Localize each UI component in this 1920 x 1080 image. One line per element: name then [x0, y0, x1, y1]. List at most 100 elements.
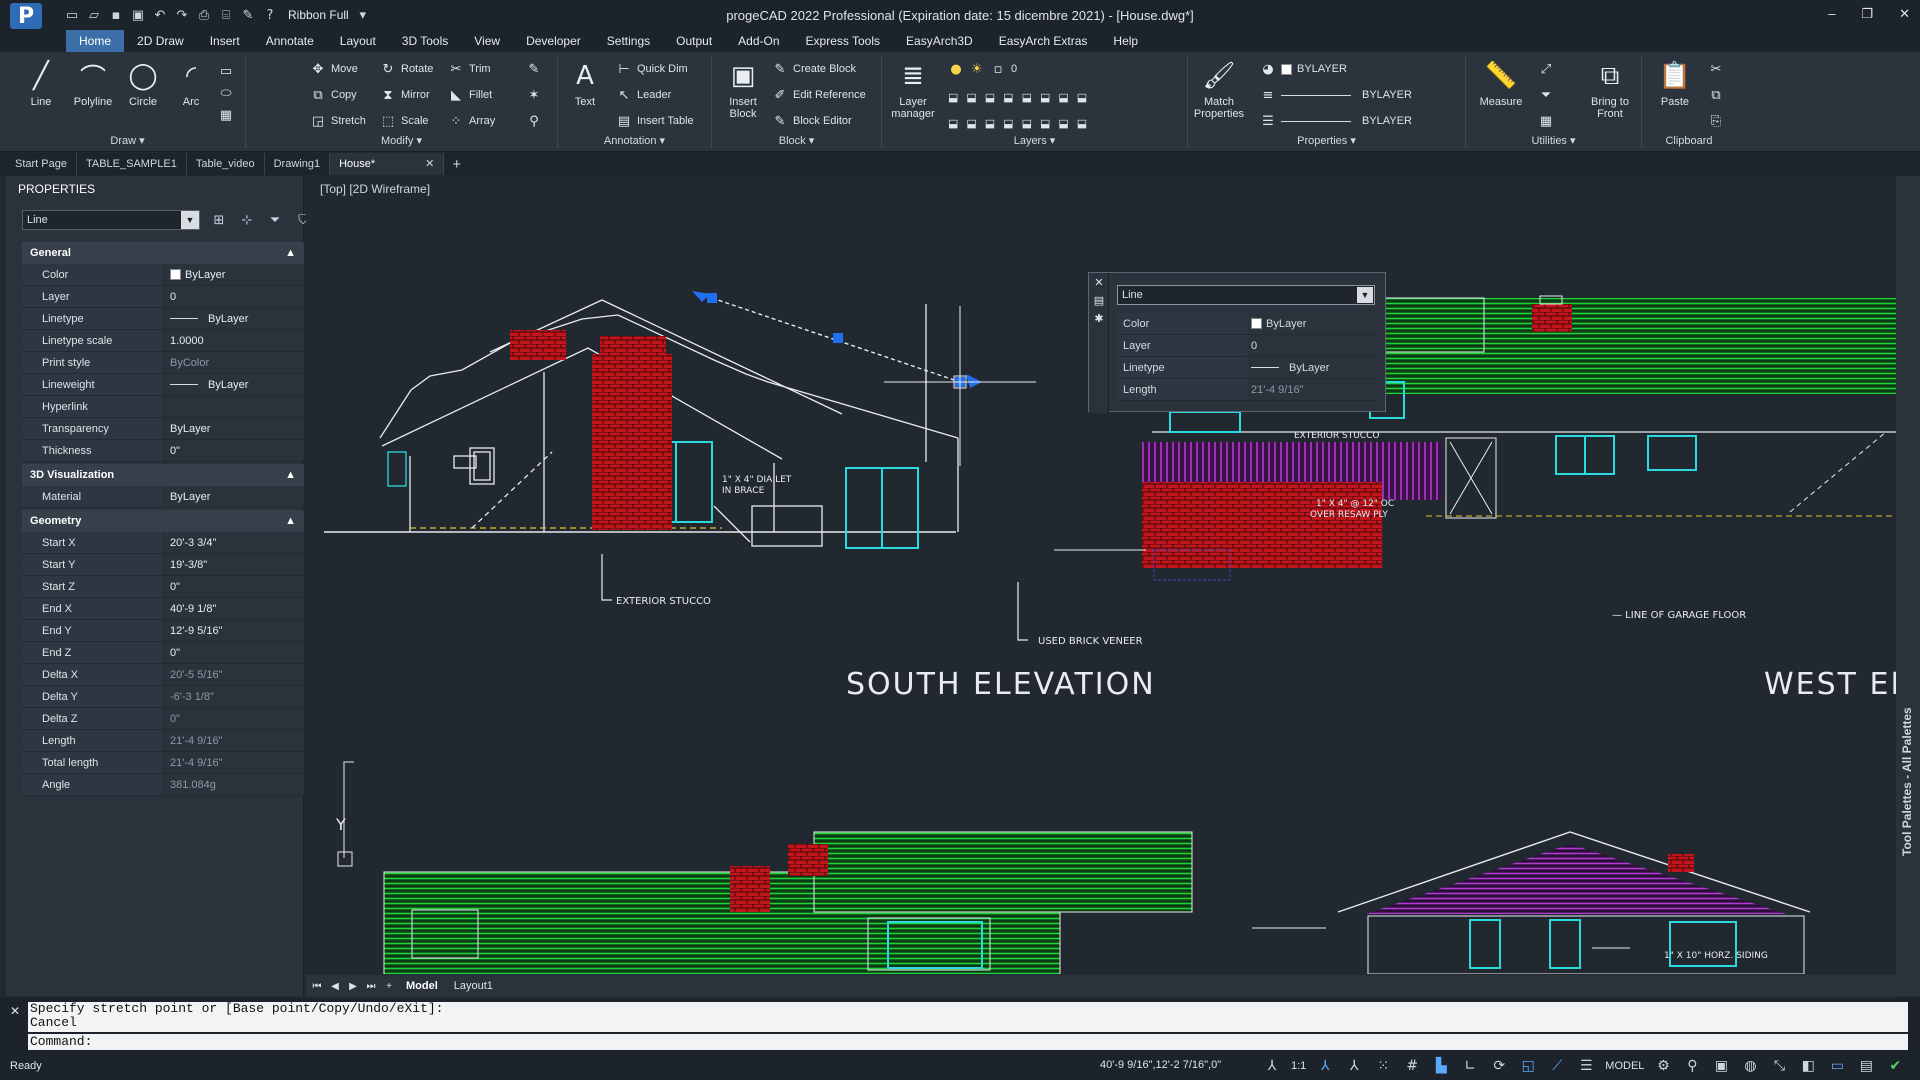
prop-row-layer[interactable]: Layer 0: [22, 286, 304, 308]
tab-2d-draw[interactable]: 2D Draw: [124, 30, 197, 52]
tab-help[interactable]: Help: [1100, 30, 1151, 52]
ortho-icon[interactable]: ▙: [1431, 1056, 1451, 1076]
quick-props-type-dropdown[interactable]: Line ▼: [1117, 285, 1375, 305]
doc-tab-table-video[interactable]: Table_video: [187, 153, 265, 175]
match-properties-button[interactable]: 🖌 Match Properties: [1192, 60, 1246, 120]
edit-reference-button[interactable]: ✐ Edit Reference: [772, 86, 866, 104]
pan-icon[interactable]: ⚲: [1682, 1056, 1702, 1076]
prop-row-hyperlink[interactable]: Hyperlink: [22, 396, 304, 418]
open-file-icon[interactable]: ▱: [86, 7, 102, 23]
join-button[interactable]: ⚲: [526, 112, 542, 130]
linetype-dropdown[interactable]: ≡ BYLAYER: [1260, 86, 1460, 104]
copy-button[interactable]: ⧉ Copy: [310, 86, 356, 104]
stretch-button[interactable]: ◲ Stretch: [310, 112, 366, 130]
measure-button[interactable]: 📏 Measure: [1474, 60, 1528, 108]
prop-row-end-x[interactable]: End X 40'-9 1/8": [22, 598, 304, 620]
tab-home[interactable]: Home: [66, 30, 125, 52]
quick-select-button[interactable]: ⏷: [1538, 86, 1554, 104]
quick-row-layer[interactable]: Layer 0: [1117, 335, 1379, 357]
tab-view[interactable]: View: [461, 30, 513, 52]
color-dropdown[interactable]: ◕ BYLAYER: [1260, 60, 1460, 78]
calculator-button[interactable]: ▦: [1538, 112, 1554, 130]
doc-tab-table-sample1[interactable]: TABLE_SAMPLE1: [77, 153, 187, 175]
minimize-button[interactable]: –: [1828, 6, 1835, 22]
restore-button[interactable]: ❐: [1861, 6, 1873, 22]
quick-row-color[interactable]: Color ByLayer: [1117, 313, 1379, 335]
quick-select-icon[interactable]: ⏷: [266, 211, 284, 229]
section-general[interactable]: General ▲: [22, 242, 304, 264]
quick-row-linetype[interactable]: Linetype ByLayer: [1117, 357, 1379, 379]
select-objects-icon[interactable]: ⊹: [238, 211, 256, 229]
trim-button[interactable]: ✂ Trim: [448, 60, 491, 78]
utilities-panel-label[interactable]: Utilities ▾: [1466, 134, 1641, 148]
block-editor-button[interactable]: ✎ Block Editor: [772, 112, 852, 130]
auto-scale-icon[interactable]: ⅄: [1344, 1056, 1364, 1076]
quick-dim-button[interactable]: ⊢ Quick Dim: [616, 60, 687, 78]
tab-insert[interactable]: Insert: [197, 30, 253, 52]
bring-to-front-button[interactable]: ⧉ Bring to Front: [1580, 60, 1640, 121]
command-input[interactable]: Command:: [28, 1034, 1908, 1050]
arc-button[interactable]: ◜ Arc: [164, 60, 218, 108]
prev-layout-icon[interactable]: ◀: [328, 981, 342, 992]
tab-annotate[interactable]: Annotate: [253, 30, 327, 52]
osnap-icon[interactable]: ⟳: [1489, 1056, 1509, 1076]
list-icon[interactable]: ▤: [1089, 291, 1109, 309]
undo-icon[interactable]: ↶: [152, 7, 168, 23]
prop-row-start-y[interactable]: Start Y 19'-3/8": [22, 554, 304, 576]
leader-button[interactable]: ↖ Leader: [616, 86, 672, 104]
tab-developer[interactable]: Developer: [513, 30, 594, 52]
dynamic-input-icon[interactable]: ⟋: [1547, 1056, 1567, 1076]
layer-dropdown[interactable]: ● ☀ ▫ 0: [948, 60, 1017, 78]
otrack-icon[interactable]: ◱: [1518, 1056, 1538, 1076]
first-layout-icon[interactable]: ⏮: [310, 981, 324, 992]
prop-row-start-z[interactable]: Start Z 0": [22, 576, 304, 598]
tab-output[interactable]: Output: [663, 30, 725, 52]
line-button[interactable]: ╱ Line: [14, 60, 68, 108]
app-logo-icon[interactable]: P: [10, 3, 42, 29]
copy-with-base-button[interactable]: ⎘: [1708, 112, 1724, 130]
viewports-icon[interactable]: ▣: [1711, 1056, 1731, 1076]
cut-button[interactable]: ✂: [1708, 60, 1724, 78]
fillet-button[interactable]: ◣ Fillet: [448, 86, 492, 104]
tab-easyarch3d[interactable]: EasyArch3D: [893, 30, 986, 52]
close-icon[interactable]: ✕: [1089, 273, 1109, 291]
lower-elevations-drawing[interactable]: [337, 761, 1811, 974]
customize-icon[interactable]: ▤: [1856, 1056, 1876, 1076]
clipboard-panel-label[interactable]: Clipboard: [1642, 134, 1736, 148]
layout-tab-model[interactable]: Model: [400, 980, 444, 992]
print-icon[interactable]: ⌸: [218, 7, 234, 23]
doc-tab-start-page[interactable]: Start Page: [6, 153, 77, 175]
prop-row-color[interactable]: Color ByLayer: [22, 264, 304, 286]
layout-tab-layout1[interactable]: Layout1: [448, 980, 499, 992]
snap-icon[interactable]: ⁙: [1373, 1056, 1393, 1076]
properties-panel-label[interactable]: Properties ▾: [1188, 134, 1465, 148]
rotate-button[interactable]: ↻ Rotate: [380, 60, 434, 78]
command-close-icon[interactable]: ✕: [10, 1004, 20, 1018]
tab-add-on[interactable]: Add-On: [725, 30, 792, 52]
selected-line[interactable]: [692, 291, 1036, 466]
section-3d-visualization[interactable]: 3D Visualization ▲: [22, 464, 304, 486]
circle-button[interactable]: ◯ Circle: [116, 60, 170, 108]
doc-tab-drawing1[interactable]: Drawing1: [265, 153, 331, 175]
last-layout-icon[interactable]: ⏭: [364, 981, 378, 992]
tab-express-tools[interactable]: Express Tools: [793, 30, 893, 52]
save-as-icon[interactable]: ▣: [130, 7, 146, 23]
tool-palettes-strip[interactable]: Tool Palettes - All Palettes: [1896, 176, 1920, 996]
help-icon[interactable]: ?: [262, 7, 278, 23]
prop-row-end-z[interactable]: End Z 0": [22, 642, 304, 664]
layers-panel-label[interactable]: Layers ▾: [882, 134, 1187, 148]
draw-panel-label[interactable]: Draw ▾: [10, 134, 245, 148]
id-point-button[interactable]: ⤢: [1538, 60, 1554, 78]
toggle-pickadd-icon[interactable]: ⊞: [210, 211, 228, 229]
lineweight-toggle-icon[interactable]: ☰: [1576, 1056, 1596, 1076]
rectangle-button[interactable]: ▭: [218, 62, 234, 80]
paste-button[interactable]: 📋 Paste: [1648, 60, 1702, 108]
erase-button[interactable]: ✎: [526, 60, 542, 78]
save-icon[interactable]: ▪: [108, 7, 124, 23]
navigation-icon[interactable]: ◍: [1740, 1056, 1760, 1076]
layer-tools-row1[interactable]: ⬓⬓⬓⬓⬓⬓⬓⬓: [948, 88, 1095, 106]
clean-screen-icon[interactable]: ▭: [1827, 1056, 1847, 1076]
match-icon[interactable]: ✎: [240, 7, 256, 23]
prop-row-lineweight[interactable]: Lineweight ByLayer: [22, 374, 304, 396]
close-tab-icon[interactable]: ✕: [425, 153, 434, 175]
